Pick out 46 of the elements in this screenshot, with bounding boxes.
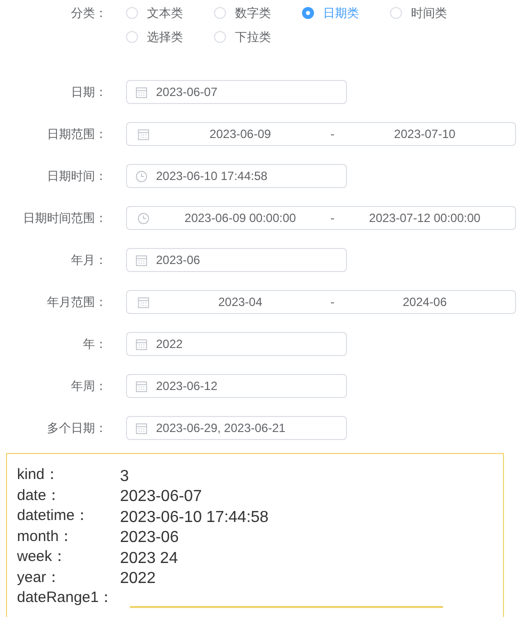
clock-icon	[135, 170, 148, 182]
calendar-icon	[135, 86, 148, 98]
clock-icon	[137, 212, 150, 224]
field-label: 日期范围：	[46, 126, 108, 142]
radio-option[interactable]: 选择类	[126, 27, 214, 47]
debug-value: 2023-06	[120, 529, 179, 547]
calendar-icon	[137, 128, 150, 140]
field-label: 日期：	[70, 84, 108, 100]
radio-option[interactable]: 数字类	[214, 3, 302, 23]
field-label: 多个日期：	[46, 420, 108, 436]
date-picker-field[interactable]: 2023-06	[126, 248, 347, 272]
date-picker-field[interactable]: 2023-06-29, 2023-06-21	[126, 416, 347, 440]
field-label: 日期时间范围：	[22, 210, 108, 226]
date-picker-field[interactable]: 2023-06-10 17:44:58	[126, 164, 347, 188]
debug-key: week：	[17, 547, 120, 568]
field-label: 年周：	[70, 378, 108, 394]
date-picker-field[interactable]: 2023-06-09 - 2023-07-10	[126, 122, 516, 146]
radio-option[interactable]: 时间类	[390, 3, 478, 23]
debug-key: month：	[17, 526, 120, 547]
radio-option[interactable]: 文本类	[126, 3, 214, 23]
calendar-icon	[137, 296, 150, 308]
field-label: 分类：	[70, 5, 108, 22]
debug-key: datetime：	[17, 506, 120, 526]
date-picker-field[interactable]: 2023-06-12	[126, 374, 347, 398]
calendar-icon	[135, 422, 148, 434]
debug-key: dateRange1：	[17, 588, 120, 608]
debug-value: 2022	[120, 570, 156, 588]
radio-option[interactable]: 下拉类	[214, 27, 302, 47]
date-picker-field[interactable]: 2023-04 - 2024-06	[126, 290, 516, 314]
calendar-icon	[135, 254, 148, 266]
debug-value: 2023-06-10 17:44:58	[120, 508, 269, 526]
debug-value: 2023 24	[120, 550, 178, 568]
debug-key: year：	[17, 568, 120, 588]
calendar-icon	[135, 338, 148, 350]
field-label: 日期时间：	[46, 168, 108, 184]
date-picker-field[interactable]: 2023-06-09 00:00:00 - 2023-07-12 00:00:00	[126, 206, 516, 230]
date-picker-field[interactable]: 2022	[126, 332, 347, 356]
debug-key: date：	[17, 486, 120, 506]
date-picker-field[interactable]: 2023-06-07	[126, 80, 347, 104]
field-label: 年月范围：	[46, 294, 108, 310]
field-label: 年月：	[70, 252, 108, 268]
debug-value: 3	[120, 468, 129, 486]
debug-key: kind：	[17, 465, 120, 486]
debug-value: 2023-06-07	[120, 488, 202, 506]
field-label: 年：	[82, 336, 108, 352]
calendar-icon	[135, 380, 148, 392]
